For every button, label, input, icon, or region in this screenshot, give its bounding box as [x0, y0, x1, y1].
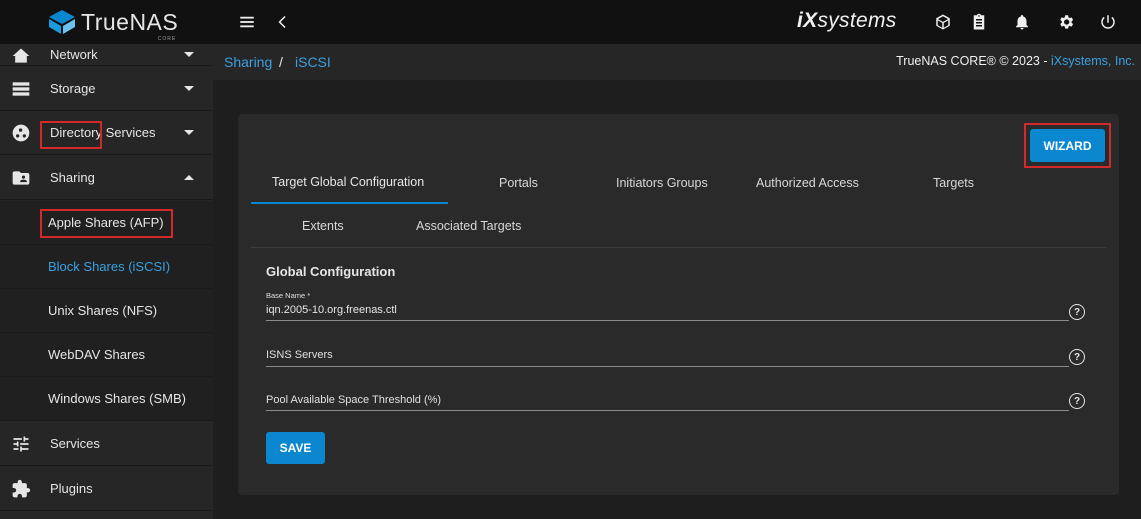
sidebar-item-label: Services [50, 436, 100, 451]
sidebar-subitem-smb[interactable]: Windows Shares (SMB) [0, 377, 213, 421]
isns-servers-help-icon[interactable]: ? [1069, 349, 1085, 365]
sidebar-item-network[interactable]: Network [0, 44, 213, 66]
clipboard-icon[interactable] [969, 12, 989, 32]
power-icon[interactable] [1098, 12, 1118, 32]
sidebar: Network Storage Directory Services Shari… [0, 44, 213, 519]
base-name-help-icon[interactable]: ? [1069, 304, 1085, 320]
sidebar-item-label: Storage [50, 81, 96, 96]
directory-icon [11, 123, 31, 143]
menu-icon[interactable] [237, 12, 257, 32]
isns-servers-input[interactable]: ISNS Servers [266, 349, 333, 361]
isns-servers-underline [266, 366, 1069, 367]
tab-associated-targets[interactable]: Associated Targets [416, 219, 521, 233]
wizard-highlight-box [1024, 123, 1111, 168]
pool-threshold-help-icon[interactable]: ? [1069, 393, 1085, 409]
logo-text: TrueNAS CORE [81, 8, 179, 42]
truecommand-icon[interactable] [933, 12, 953, 32]
sidebar-subitem-label: WebDAV Shares [48, 347, 146, 362]
gear-icon[interactable] [1056, 12, 1076, 32]
tab-initiators-groups[interactable]: Initiators Groups [616, 176, 708, 190]
sidebar-item-services[interactable]: Services [0, 422, 213, 466]
sidebar-subitem-webdav[interactable]: WebDAV Shares [0, 333, 213, 377]
sidebar-item-label: Network [50, 47, 98, 62]
extension-icon [11, 479, 31, 499]
network-icon [11, 46, 31, 66]
base-name-underline [266, 320, 1069, 321]
chevron-down-icon [184, 130, 194, 135]
truenas-logo[interactable]: TrueNAS CORE [46, 8, 179, 42]
tab-authorized-access[interactable]: Authorized Access [756, 176, 859, 190]
base-name-label: Base Name * [266, 291, 311, 300]
top-bar: TrueNAS CORE iXsystems [0, 0, 1141, 44]
block-shares-highlight-box [40, 209, 173, 238]
bell-icon[interactable] [1012, 12, 1032, 32]
folder-shared-icon [11, 168, 31, 188]
chevron-down-icon [184, 52, 194, 57]
chevron-left-icon[interactable] [273, 12, 293, 32]
tab-extents[interactable]: Extents [302, 219, 344, 233]
sidebar-subitem-label: Unix Shares (NFS) [48, 303, 158, 318]
sharing-highlight-box [40, 121, 102, 149]
save-button[interactable]: SAVE [266, 432, 325, 464]
sidebar-subitem-iscsi[interactable]: Block Shares (iSCSI) [0, 245, 213, 289]
truenas-logo-icon [49, 10, 75, 34]
sidebar-subitem-label: Windows Shares (SMB) [48, 391, 186, 406]
ixsystems-brand[interactable]: iXsystems [797, 9, 897, 33]
logo-subtext: CORE [157, 35, 177, 42]
sidebar-item-label: Sharing [50, 170, 95, 185]
breadcrumb-iscsi-link[interactable]: iSCSI [295, 54, 331, 70]
pool-threshold-underline [266, 410, 1069, 411]
chevron-down-icon [184, 86, 194, 91]
sidebar-subitem-nfs[interactable]: Unix Shares (NFS) [0, 289, 213, 333]
tab-portals[interactable]: Portals [499, 176, 538, 190]
sidebar-item-sharing[interactable]: Sharing [0, 156, 213, 200]
pool-threshold-input[interactable]: Pool Available Space Threshold (%) [266, 394, 441, 406]
sidebar-item-directory-services[interactable]: Directory Services [0, 111, 213, 155]
sidebar-item-storage[interactable]: Storage [0, 67, 213, 111]
storage-icon [11, 79, 31, 99]
chevron-up-icon [184, 175, 194, 180]
base-name-input[interactable]: iqn.2005-10.org.freenas.ctl [266, 304, 397, 316]
ixsystems-link[interactable]: iXsystems, Inc. [1051, 54, 1135, 68]
sidebar-subitem-label: Block Shares (iSCSI) [48, 259, 171, 274]
tab-targets[interactable]: Targets [933, 176, 974, 190]
active-tab-indicator [251, 202, 448, 204]
section-title: Global Configuration [266, 264, 396, 279]
breadcrumb-separator: / [279, 54, 283, 70]
sidebar-item-label: Plugins [50, 481, 93, 496]
copyright-text: TrueNAS CORE® © 2023 - iXsystems, Inc. [896, 54, 1135, 68]
breadcrumb: Sharing / iSCSI TrueNAS CORE® © 2023 - i… [213, 44, 1141, 80]
breadcrumb-sharing-link[interactable]: Sharing [224, 54, 272, 70]
sidebar-item-plugins[interactable]: Plugins [0, 467, 213, 511]
tab-target-global-configuration[interactable]: Target Global Configuration [272, 175, 424, 189]
tune-icon [11, 434, 31, 454]
tab-divider [251, 247, 1106, 248]
